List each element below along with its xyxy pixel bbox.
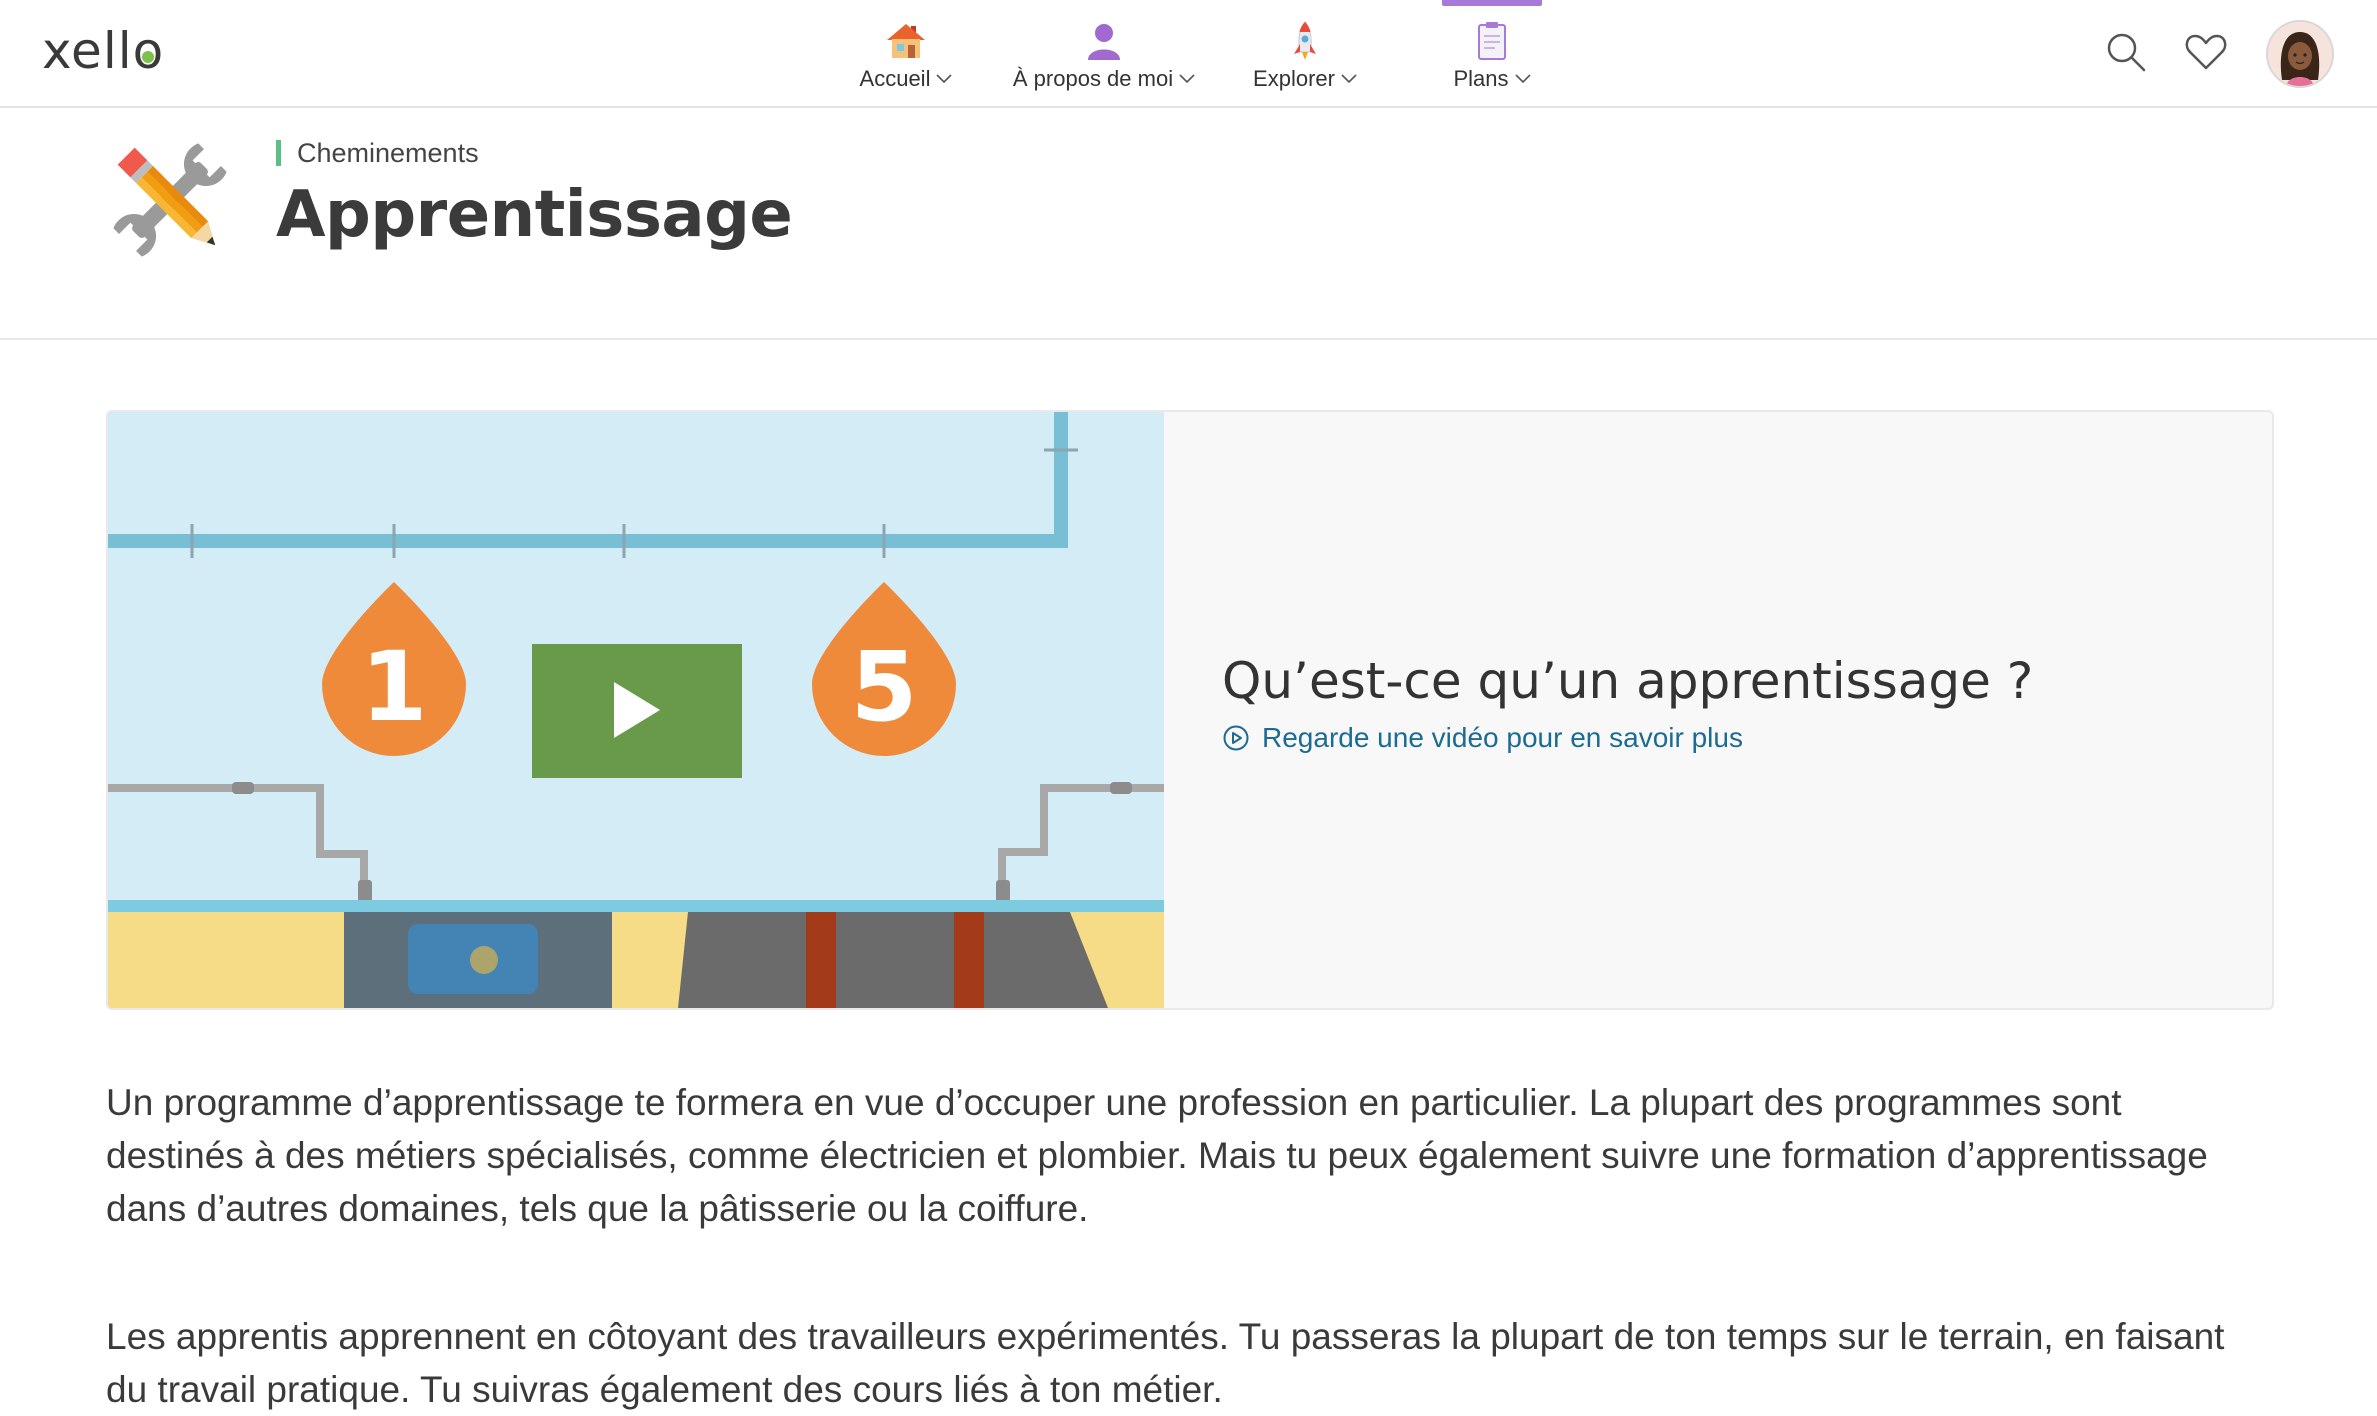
nav-item-plans[interactable]: Plans — [1442, 0, 1542, 106]
user-avatar-icon — [2268, 22, 2332, 86]
play-button[interactable] — [532, 644, 742, 778]
nav-item-label: Accueil — [859, 66, 931, 91]
search-icon[interactable] — [2102, 28, 2150, 76]
play-circle-icon — [1223, 725, 1249, 751]
avatar[interactable] — [2266, 20, 2334, 88]
video-card-title: Qu’est-ce qu’un apprentissage ? — [1222, 652, 2034, 710]
watch-video-link-label: Regarde une vidéo pour en savoir plus — [1262, 722, 1743, 753]
top-navigation-bar: xello Accueil À propos de moi — [0, 0, 2377, 108]
rocket-icon — [1294, 21, 1316, 60]
page-title: Apprentissage — [276, 178, 793, 252]
nav-item-label: À propos de moi — [1012, 66, 1174, 91]
badge-one-label: 1 — [361, 631, 428, 743]
chevron-down-icon — [1179, 74, 1195, 84]
wrench-pencil-icon — [113, 143, 227, 257]
video-card: 1 5 Qu’est-ce qu’un apprentissage ? Rega… — [106, 410, 2274, 1010]
video-thumbnail[interactable]: 1 5 — [108, 412, 1164, 1008]
house-icon — [887, 24, 925, 58]
nav-item-a-propos-de-moi[interactable]: À propos de moi — [1002, 0, 1206, 106]
chevron-down-icon — [936, 74, 953, 84]
badge-five-label: 5 — [851, 631, 918, 743]
xello-logo[interactable]: xello — [42, 22, 164, 80]
breadcrumb[interactable]: Cheminements — [276, 140, 479, 167]
chevron-down-icon — [1514, 74, 1531, 84]
heart-icon[interactable] — [2182, 28, 2230, 76]
watch-video-link[interactable]: Regarde une vidéo pour en savoir plus — [1222, 722, 1743, 754]
nav-item-label: Plans — [1453, 66, 1509, 91]
nav-item-explorer[interactable]: Explorer — [1242, 0, 1368, 106]
body-paragraph-2: Les apprentis apprennent en côtoyant des… — [106, 1316, 2225, 1410]
person-icon — [1088, 24, 1120, 60]
nav-item-accueil[interactable]: Accueil — [850, 0, 962, 106]
clipboard-icon — [1478, 22, 1506, 60]
chevron-down-icon — [1341, 74, 1357, 84]
page-header: Cheminements Apprentissage — [0, 108, 2377, 340]
body-paragraph-1: Un programme d’apprentissage te formera … — [106, 1082, 2208, 1229]
nav-item-label: Explorer — [1253, 66, 1335, 91]
